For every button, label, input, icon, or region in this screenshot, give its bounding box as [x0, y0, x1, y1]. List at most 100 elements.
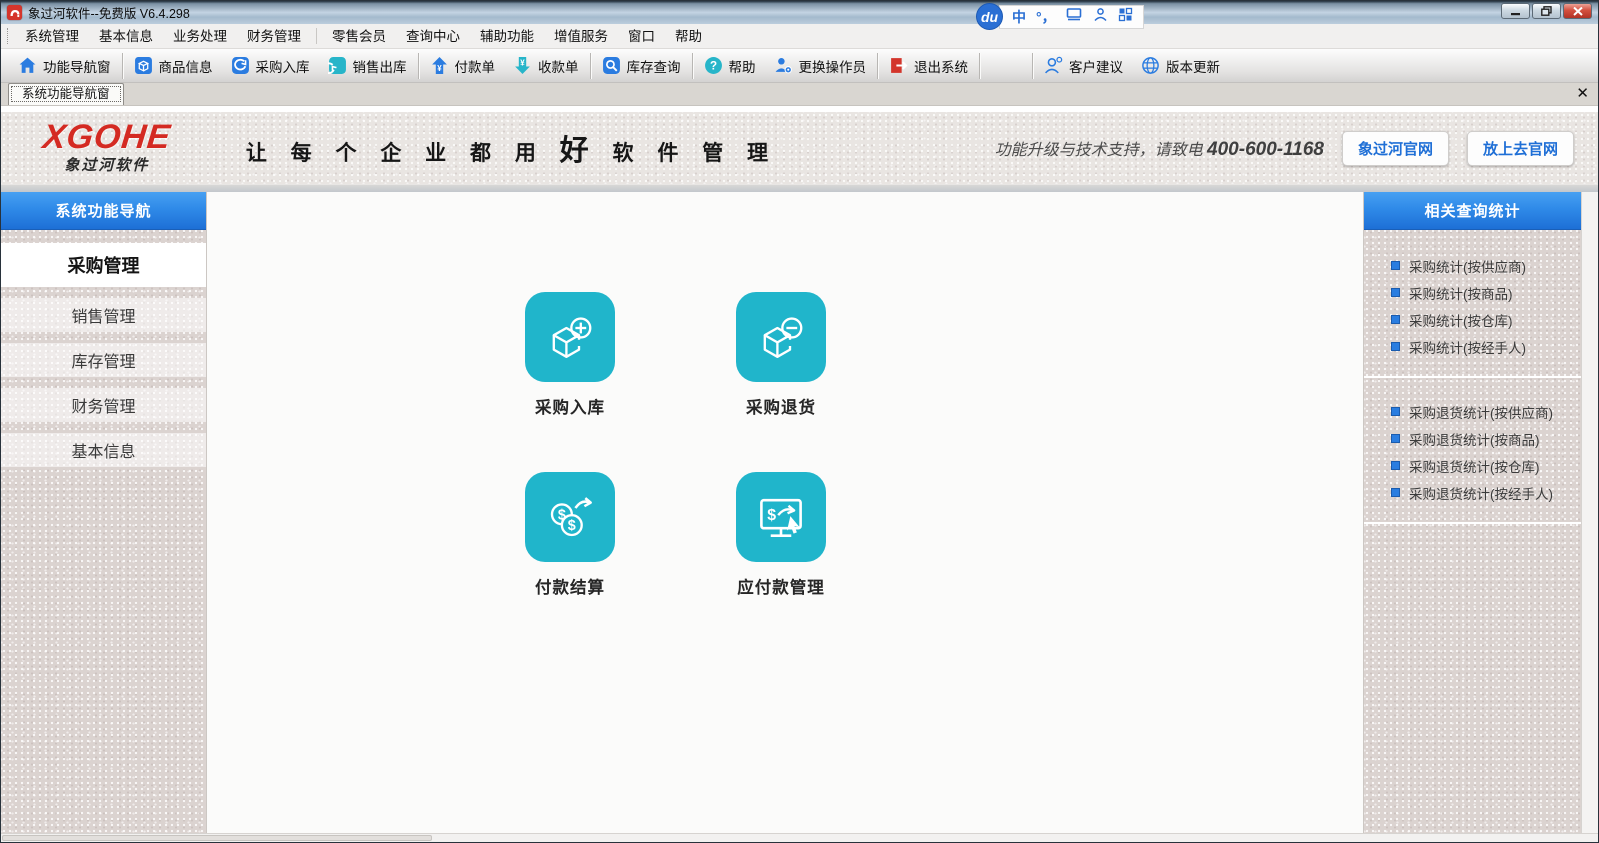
banner: XGOHE 象过河软件 让 每 个 企 业 都 用 好 软 件 管 理 功能升级… [1, 106, 1598, 192]
coins-arrow-icon[interactable]: $ $ [525, 472, 615, 562]
menu-item-9[interactable]: 帮助 [665, 24, 712, 48]
tile-label: 付款结算 [535, 579, 605, 597]
window-title: 象过河软件--免费版 V6.4.298 [28, 7, 190, 21]
app-window: 象过河软件--免费版 V6.4.298 du 中 °， 系统管理 基本信息 业务处理… [0, 0, 1599, 843]
stat-link-label: 采购退货统计(按供应商) [1409, 405, 1553, 421]
toolbar-button-4[interactable]: ¥ 付款单 [421, 52, 505, 80]
toolbar-button-9[interactable]: 退出系统 [880, 52, 977, 80]
monitor-dollar-icon[interactable]: $ [736, 472, 826, 562]
horizontal-scrollbar-thumb[interactable] [2, 835, 432, 841]
box-plus-icon[interactable] [525, 292, 615, 382]
bullet-icon [1391, 315, 1400, 324]
stat-link-0-0[interactable]: 采购统计(按供应商) [1364, 252, 1581, 279]
toolbar-button-2[interactable]: 采购入库 [222, 52, 319, 80]
toolbar-button-label: 商品信息 [158, 59, 213, 75]
menu-item-8[interactable]: 窗口 [618, 24, 665, 48]
receipt-icon: ¥ [513, 56, 532, 75]
vertical-scrollbar[interactable] [1581, 192, 1598, 833]
toolbar-separator [691, 52, 693, 79]
menu-item-0[interactable]: 系统管理 [15, 24, 89, 48]
stat-link-1-1[interactable]: 采购退货统计(按商品) [1364, 425, 1581, 452]
toolbar-button-6[interactable]: 库存查询 [593, 52, 690, 80]
sidebar-item-4[interactable]: 基本信息 [1, 433, 206, 467]
main-area: 采购入库 采购退货 $ $ 付款结算 $ 应付款管理 [207, 192, 1363, 833]
stat-link-0-2[interactable]: 采购统计(按仓库) [1364, 306, 1581, 333]
minimize-button[interactable] [1501, 3, 1530, 19]
bullet-icon [1391, 461, 1400, 470]
menu-item-6[interactable]: 辅助功能 [470, 24, 544, 48]
toolbar-button-0[interactable]: 功能导航窗 [9, 52, 120, 80]
toolbar-button-label: 功能导航窗 [43, 59, 111, 75]
menu-item-1[interactable]: 基本信息 [89, 24, 163, 48]
function-tile-2[interactable]: $ $ 付款结算 [510, 472, 630, 598]
purchase-in-icon [231, 56, 250, 75]
close-button[interactable] [1563, 3, 1592, 19]
toolbar-separator [121, 52, 123, 79]
sidebar-item-2[interactable]: 库存管理 [1, 343, 206, 377]
toolbar-separator [1032, 52, 1033, 79]
switch-operator-icon [774, 56, 793, 75]
sidebar-item-0-active[interactable]: 采购管理 [1, 243, 206, 287]
function-tile-1[interactable]: 采购退货 [721, 292, 841, 418]
box-minus-icon[interactable] [736, 292, 826, 382]
tile-label: 采购退货 [746, 399, 816, 417]
toolbar-button-8[interactable]: 更换操作员 [765, 52, 876, 80]
stat-link-label: 采购退货统计(按经手人) [1409, 486, 1553, 502]
toolbar-button-1[interactable]: 商品信息 [125, 52, 222, 80]
menu-separator [316, 28, 317, 44]
sidebar-item-1[interactable]: 销售管理 [1, 298, 206, 332]
toolbar-button-3[interactable]: 销售出库 [319, 52, 416, 80]
ime-toolbar: du 中 °， [976, 3, 1144, 30]
toolbar-button-11[interactable]: 版本更新 [1132, 52, 1229, 80]
brand-logo-text: XGOHE [41, 117, 173, 156]
update-icon [1141, 56, 1160, 75]
toolbar-button-7[interactable]: ? 帮助 [695, 52, 765, 80]
stat-link-1-3[interactable]: 采购退货统计(按经手人) [1364, 479, 1581, 506]
toolbar-button-label: 版本更新 [1166, 59, 1220, 75]
restore-button[interactable] [1532, 3, 1561, 19]
toolbar-button-label: 更换操作员 [798, 59, 867, 75]
ime-grid-icon[interactable] [1118, 5, 1133, 29]
toolbar-button-label: 销售出库 [352, 59, 407, 75]
ime-user-icon[interactable] [1093, 5, 1108, 29]
function-tile-3[interactable]: $ 应付款管理 [721, 472, 841, 598]
sidebar-item-3[interactable]: 财务管理 [1, 388, 206, 422]
tab-close-icon[interactable]: ✕ [1576, 85, 1589, 103]
svg-text:?: ? [709, 60, 716, 73]
ime-logo-icon[interactable]: du [976, 3, 1003, 30]
banner-slogan: 让 每 个 企 业 都 用 好 软 件 管 理 [245, 135, 778, 167]
horizontal-scrollbar[interactable] [1, 833, 1598, 842]
menu-item-7[interactable]: 增值服务 [544, 24, 618, 48]
payment-icon: ¥ [430, 56, 449, 75]
menu-bar: 系统管理 基本信息 业务处理 财务管理 零售会员 查询中心 辅助功能 增值服务 窗口 帮助 [1, 24, 1598, 49]
bullet-icon [1391, 407, 1400, 416]
title-bar: 象过河软件--免费版 V6.4.298 du 中 °， [1, 1, 1598, 30]
stat-link-1-0[interactable]: 采购退货统计(按供应商) [1364, 398, 1581, 425]
app-logo-icon [7, 5, 22, 20]
function-tile-0[interactable]: 采购入库 [510, 292, 630, 418]
ime-punct-toggle[interactable]: °， [1036, 5, 1056, 29]
toolbar-separator [417, 52, 419, 79]
fangshangqu-site-button[interactable]: 放上去官网 [1466, 130, 1574, 166]
menu-item-2[interactable]: 业务处理 [163, 24, 237, 48]
toolbar-separator [589, 52, 591, 79]
menu-item-4[interactable]: 零售会员 [322, 24, 396, 48]
menu-item-3[interactable]: 财务管理 [237, 24, 311, 48]
stat-link-label: 采购统计(按经手人) [1409, 340, 1526, 356]
bullet-icon [1391, 342, 1400, 351]
ime-lang-toggle[interactable]: 中 [1012, 5, 1026, 29]
menu-item-5[interactable]: 查询中心 [396, 24, 470, 48]
toolbar-button-10[interactable]: 客户建议 [1035, 52, 1132, 80]
home-icon [18, 56, 37, 75]
tab-system-nav[interactable]: 系统功能导航窗 [8, 83, 124, 105]
stat-link-label: 采购退货统计(按仓库) [1409, 459, 1540, 475]
bullet-icon [1391, 488, 1400, 497]
official-site-button[interactable]: 象过河官网 [1341, 130, 1449, 166]
toolbar-button-label: 客户建议 [1069, 59, 1123, 75]
ime-keyboard-icon[interactable] [1066, 5, 1083, 29]
stat-link-0-3[interactable]: 采购统计(按经手人) [1364, 333, 1581, 360]
tile-label: 应付款管理 [737, 579, 825, 597]
stat-link-1-2[interactable]: 采购退货统计(按仓库) [1364, 452, 1581, 479]
stat-link-0-1[interactable]: 采购统计(按商品) [1364, 279, 1581, 306]
toolbar-button-5[interactable]: ¥ 收款单 [504, 52, 588, 80]
